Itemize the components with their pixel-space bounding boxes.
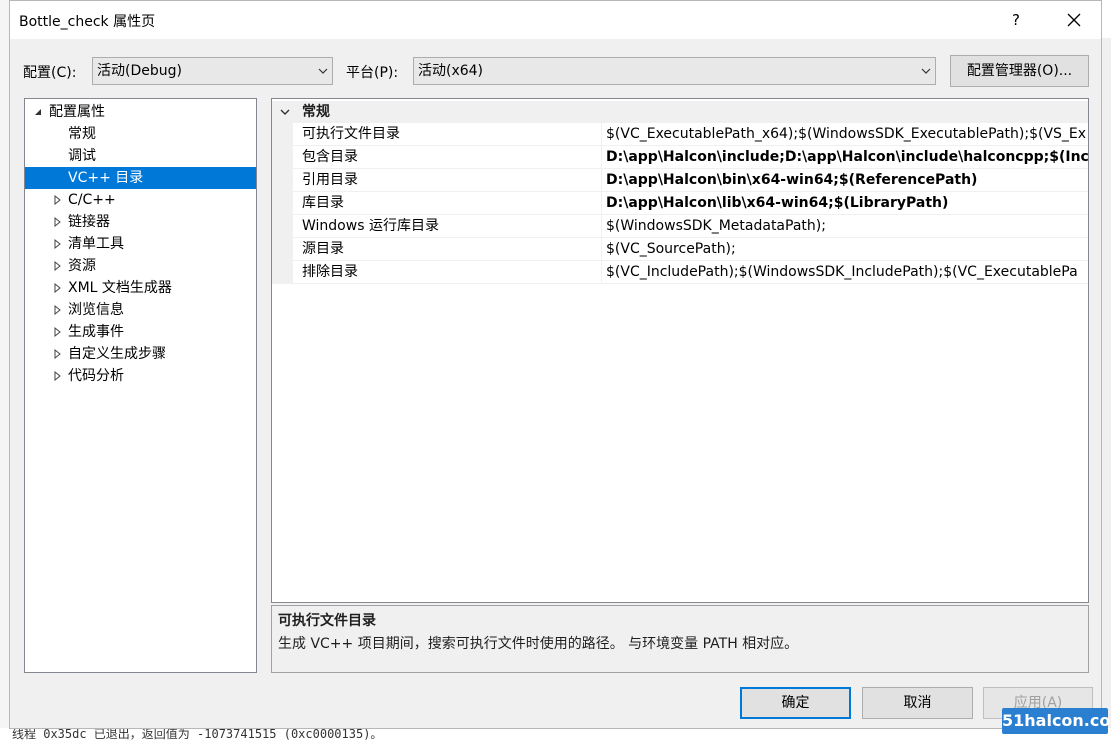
property-row[interactable]: 引用目录 D:\app\Halcon\bin\x64-win64;$(Refere…	[272, 169, 1088, 192]
collapsed-triangle-icon[interactable]	[52, 239, 62, 249]
column-separator	[601, 192, 602, 215]
config-dropdown-value: 活动(Debug)	[97, 63, 182, 79]
tree-item-label: 资源	[68, 258, 96, 274]
tree-item[interactable]: XML 文档生成器	[25, 277, 256, 299]
collapsed-triangle-icon[interactable]	[52, 305, 62, 315]
property-grid: 常规 可执行文件目录 $(VC_ExecutablePath_x64);$(Win…	[271, 98, 1089, 603]
config-dropdown[interactable]: 活动(Debug)	[92, 57, 333, 85]
collapsed-triangle-icon[interactable]	[52, 283, 62, 293]
tree-item-label: C/C++	[68, 192, 116, 208]
tree-item[interactable]: 自定义生成步骤	[25, 343, 256, 365]
collapsed-triangle-icon[interactable]	[52, 195, 62, 205]
column-separator	[601, 261, 602, 284]
tree-item-label: 清单工具	[68, 236, 124, 252]
collapse-chevron-icon	[280, 109, 290, 115]
property-name: 库目录	[302, 195, 344, 211]
tree-root-config-properties[interactable]: 配置属性	[25, 101, 256, 123]
row-gutter	[272, 192, 293, 215]
property-tree: 配置属性 常规调试 VC++ 目录 C/C++ 链接器清单工具资源 XML 文档生成器浏…	[24, 98, 257, 673]
chevron-down-icon	[921, 68, 931, 74]
collapsed-triangle-icon[interactable]	[52, 261, 62, 271]
collapsed-triangle-icon[interactable]	[52, 217, 62, 227]
close-icon	[1067, 13, 1081, 27]
property-row[interactable]: 排除目录 $(VC_IncludePath);$(WindowsSDK_Inclu…	[272, 261, 1088, 284]
row-gutter	[272, 123, 293, 146]
property-name: 源目录	[302, 241, 344, 257]
property-value[interactable]: $(WindowsSDK_MetadataPath);	[606, 215, 1088, 237]
row-gutter	[272, 215, 293, 238]
description-text: 生成 VC++ 项目期间，搜索可执行文件时使用的路径。 与环境变量 PATH 相…	[278, 636, 799, 652]
tree-item-label: 自定义生成步骤	[68, 346, 166, 362]
tree-item[interactable]: 常规	[25, 123, 256, 145]
property-name: Windows 运行库目录	[302, 218, 439, 234]
property-value[interactable]: $(VC_ExecutablePath_x64);$(WindowsSDK_Ex…	[606, 123, 1088, 145]
tree-item-label: 生成事件	[68, 324, 124, 340]
tree-item[interactable]: 清单工具	[25, 233, 256, 255]
collapsed-triangle-icon[interactable]	[52, 327, 62, 337]
tree-item[interactable]: 浏览信息	[25, 299, 256, 321]
platform-label: 平台(P):	[346, 65, 399, 81]
column-separator	[601, 238, 602, 261]
background-ide-right	[1102, 38, 1111, 728]
property-row[interactable]: Windows 运行库目录 $(WindowsSDK_MetadataPath);	[272, 215, 1088, 238]
column-separator	[601, 146, 602, 169]
collapsed-triangle-icon[interactable]	[52, 371, 62, 381]
property-pages-dialog: Bottle_check 属性页 ? 配置(C): 活动(Debug) 平台(P…	[9, 0, 1102, 729]
tree-item-label: 调试	[68, 148, 96, 164]
ok-button[interactable]: 确定	[740, 687, 851, 719]
property-value[interactable]: D:\app\Halcon\include;D:\app\Halcon\incl…	[606, 146, 1088, 168]
tree-item[interactable]: 生成事件	[25, 321, 256, 343]
tree-item[interactable]: 链接器	[25, 211, 256, 233]
background-output-line: 线程 0x35dc 已退出，返回值为 -1073741515 (0xc00001…	[0, 728, 1111, 740]
row-gutter	[272, 261, 293, 284]
row-gutter	[272, 169, 293, 192]
collapsed-triangle-icon[interactable]	[52, 349, 62, 359]
property-value[interactable]: D:\app\Halcon\lib\x64-win64;$(LibraryPat…	[606, 192, 1088, 214]
property-name: 排除目录	[302, 264, 358, 280]
column-separator	[601, 169, 602, 192]
description-title: 可执行文件目录	[278, 613, 376, 629]
tree-item[interactable]: 代码分析	[25, 365, 256, 387]
property-value[interactable]: D:\app\Halcon\bin\x64-win64;$(ReferenceP…	[606, 169, 1088, 191]
background-ide-left	[0, 0, 9, 740]
tree-item-label: 常规	[68, 126, 96, 142]
tree-item[interactable]: C/C++	[25, 189, 256, 211]
tree-item-label: 代码分析	[68, 368, 124, 384]
tree-item-label: 浏览信息	[68, 302, 124, 318]
column-separator	[601, 215, 602, 238]
property-value[interactable]: $(VC_IncludePath);$(WindowsSDK_IncludePa…	[606, 261, 1088, 283]
platform-dropdown[interactable]: 活动(x64)	[413, 57, 936, 85]
category-general[interactable]: 常规	[272, 101, 1088, 123]
property-value[interactable]: $(VC_SourcePath);	[606, 238, 1088, 260]
tree-item[interactable]: 资源	[25, 255, 256, 277]
cancel-button[interactable]: 取消	[862, 687, 973, 719]
description-panel: 可执行文件目录 生成 VC++ 项目期间，搜索可执行文件时使用的路径。 与环境变…	[271, 605, 1089, 673]
row-gutter	[272, 238, 293, 261]
tree-item-label: XML 文档生成器	[68, 280, 172, 296]
property-row[interactable]: 可执行文件目录 $(VC_ExecutablePath_x64);$(Window…	[272, 123, 1088, 146]
config-label: 配置(C):	[23, 65, 77, 81]
row-gutter	[272, 146, 293, 169]
tree-item[interactable]: 调试	[25, 145, 256, 167]
title-bar: Bottle_check 属性页 ?	[10, 1, 1101, 39]
column-separator	[601, 123, 602, 146]
tree-item-label: VC++ 目录	[68, 170, 144, 186]
property-name: 可执行文件目录	[302, 126, 400, 142]
property-name: 引用目录	[302, 172, 358, 188]
property-name: 包含目录	[302, 149, 358, 165]
tree-item[interactable]: VC++ 目录	[25, 167, 256, 189]
property-row[interactable]: 库目录 D:\app\Halcon\lib\x64-win64;$(Library…	[272, 192, 1088, 215]
config-manager-button[interactable]: 配置管理器(O)...	[950, 55, 1089, 87]
expanded-triangle-icon	[35, 109, 41, 115]
window-title: Bottle_check 属性页	[19, 14, 156, 30]
watermark-logo: 51halcon.com	[1002, 708, 1111, 734]
chevron-down-icon	[318, 68, 328, 74]
property-row[interactable]: 包含目录 D:\app\Halcon\include;D:\app\Halcon\…	[272, 146, 1088, 169]
close-button[interactable]	[1052, 5, 1096, 35]
help-button[interactable]: ?	[996, 5, 1036, 35]
property-row[interactable]: 源目录 $(VC_SourcePath);	[272, 238, 1088, 261]
tree-item-label: 链接器	[68, 214, 110, 230]
platform-dropdown-value: 活动(x64)	[418, 63, 484, 79]
